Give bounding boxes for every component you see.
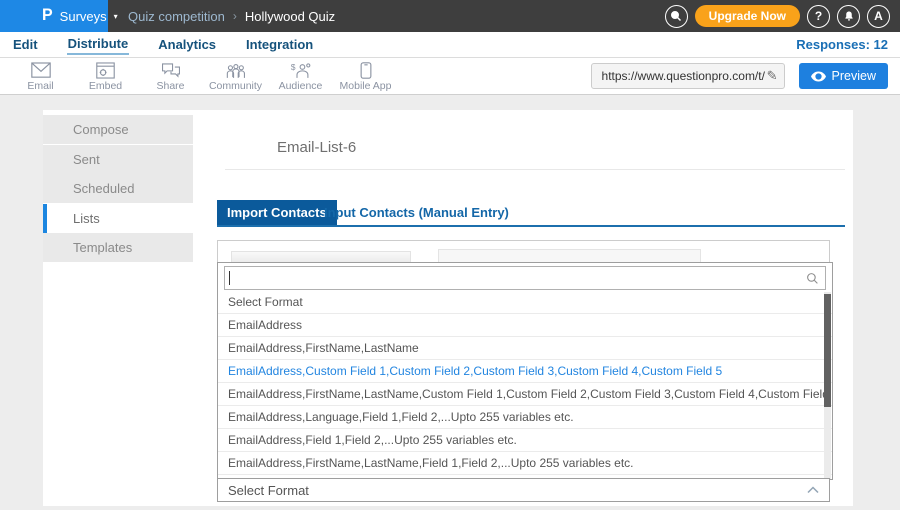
format-select-trigger[interactable]: Select Format xyxy=(217,478,830,502)
nav-tab-edit[interactable]: Edit xyxy=(12,35,39,54)
notifications-button[interactable] xyxy=(837,5,860,28)
avatar-initial: A xyxy=(874,9,883,23)
format-option[interactable]: EmailAddress,FirstName,LastName,Field 1,… xyxy=(218,452,833,475)
page-title: Email-List-6 xyxy=(277,139,356,156)
breadcrumb-parent[interactable]: Quiz competition xyxy=(128,9,225,24)
audience-icon: $ xyxy=(290,62,311,79)
sidebar-item-sent[interactable]: Sent xyxy=(43,145,193,174)
tab-label: Import Contacts xyxy=(227,205,327,220)
toolbar-item-label: Community xyxy=(209,80,262,92)
nav-tab-integration[interactable]: Integration xyxy=(245,35,314,54)
toolbar-item-label: Mobile App xyxy=(340,80,392,92)
breadcrumb-current: Hollywood Quiz xyxy=(245,9,335,24)
preview-label: Preview xyxy=(832,69,876,83)
topbar-actions: Upgrade Now ? A xyxy=(665,5,900,28)
bell-icon xyxy=(843,10,855,22)
survey-nav: Edit Distribute Analytics Integration Re… xyxy=(0,32,900,58)
email-icon xyxy=(31,62,51,79)
format-option-highlighted[interactable]: EmailAddress,Custom Field 1,Custom Field… xyxy=(218,360,833,383)
mobile-app-icon xyxy=(360,62,372,79)
account-avatar[interactable]: A xyxy=(867,5,890,28)
sidebar-item-label: Sent xyxy=(73,152,100,167)
question-mark-icon: ? xyxy=(815,9,822,23)
format-option[interactable]: Select Format xyxy=(218,291,833,314)
product-name: Surveys xyxy=(60,9,107,24)
nav-tab-distribute[interactable]: Distribute xyxy=(67,34,130,55)
upgrade-now-button[interactable]: Upgrade Now xyxy=(695,5,800,27)
search-icon xyxy=(806,272,819,285)
share-icon xyxy=(161,62,181,79)
search-button[interactable] xyxy=(665,5,688,28)
embed-icon xyxy=(96,62,115,79)
breadcrumb: Quiz competition › Hollywood Quiz xyxy=(128,9,335,24)
preview-button[interactable]: Preview xyxy=(799,63,888,89)
topbar: P Surveys ▾ Quiz competition › Hollywood… xyxy=(0,0,900,32)
distribute-toolbar: Email Embed Share Community $ Audience M… xyxy=(0,58,900,95)
format-option[interactable]: EmailAddress xyxy=(218,314,833,337)
tab-input-contacts-manual[interactable]: Input Contacts (Manual Entry) xyxy=(318,200,515,225)
title-divider xyxy=(225,169,845,170)
sidebar-item-label: Scheduled xyxy=(73,181,134,196)
toolbar-item-label: Email xyxy=(27,80,53,92)
tab-underline xyxy=(217,225,845,227)
help-button[interactable]: ? xyxy=(807,5,830,28)
format-select-value: Select Format xyxy=(228,483,309,498)
survey-url-box: ✎ xyxy=(591,63,785,89)
edit-url-pencil-icon[interactable]: ✎ xyxy=(767,68,778,84)
upgrade-now-label: Upgrade Now xyxy=(709,9,786,23)
toolbar-item-audience[interactable]: $ Audience xyxy=(268,62,333,92)
toolbar-right: ✎ Preview xyxy=(591,63,888,89)
sidebar-item-label: Templates xyxy=(73,240,132,255)
responses-count[interactable]: Responses: 12 xyxy=(796,37,888,52)
toolbar-item-share[interactable]: Share xyxy=(138,62,203,92)
format-option[interactable]: EmailAddress,FirstName,LastName xyxy=(218,337,833,360)
sidebar-item-lists[interactable]: Lists xyxy=(43,204,193,233)
sidebar-item-templates[interactable]: Templates xyxy=(43,233,193,262)
toolbar-item-embed[interactable]: Embed xyxy=(73,62,138,92)
chevron-up-icon xyxy=(807,486,819,494)
toolbar-item-label: Audience xyxy=(279,80,323,92)
toolbar-item-mobile-app[interactable]: Mobile App xyxy=(333,62,398,92)
dropdown-search-box xyxy=(224,266,826,290)
surveys-product-menu[interactable]: P Surveys ▾ xyxy=(0,0,108,32)
format-option[interactable]: EmailAddress,Field 1,Field 2,...Upto 255… xyxy=(218,429,833,452)
app-window: P Surveys ▾ Quiz competition › Hollywood… xyxy=(0,0,900,510)
sidebar-item-scheduled[interactable]: Scheduled xyxy=(43,174,193,203)
dropdown-search-input[interactable] xyxy=(229,271,806,285)
dropdown-scrollbar-track[interactable] xyxy=(824,292,831,479)
toolbar-item-label: Embed xyxy=(89,80,122,92)
format-option[interactable]: EmailAddress,FirstName,LastName,Custom F… xyxy=(218,383,833,406)
search-icon xyxy=(670,10,682,22)
sidebar-item-compose[interactable]: Compose xyxy=(43,115,193,144)
format-options-list: Select Format EmailAddress EmailAddress,… xyxy=(218,291,833,480)
eye-icon xyxy=(811,71,826,82)
nav-tab-analytics[interactable]: Analytics xyxy=(157,35,217,54)
dropdown-scrollbar-thumb[interactable] xyxy=(824,294,831,407)
chevron-down-icon: ▾ xyxy=(114,12,118,21)
format-option[interactable]: EmailAddress,Language,Field 1,Field 2,..… xyxy=(218,406,833,429)
toolbar-item-community[interactable]: Community xyxy=(203,62,268,92)
format-dropdown-panel: Select Format EmailAddress EmailAddress,… xyxy=(217,262,833,480)
questionpro-logo-icon: P xyxy=(42,8,53,25)
community-icon xyxy=(225,62,246,79)
svg-text:$: $ xyxy=(291,62,296,72)
survey-url-input[interactable] xyxy=(600,68,767,84)
toolbar-item-label: Share xyxy=(156,80,184,92)
breadcrumb-separator: › xyxy=(233,9,237,23)
sidebar-item-label: Lists xyxy=(73,211,100,226)
tab-label: Input Contacts (Manual Entry) xyxy=(324,205,509,220)
sidebar-item-label: Compose xyxy=(73,122,129,137)
toolbar-item-email[interactable]: Email xyxy=(8,62,73,92)
